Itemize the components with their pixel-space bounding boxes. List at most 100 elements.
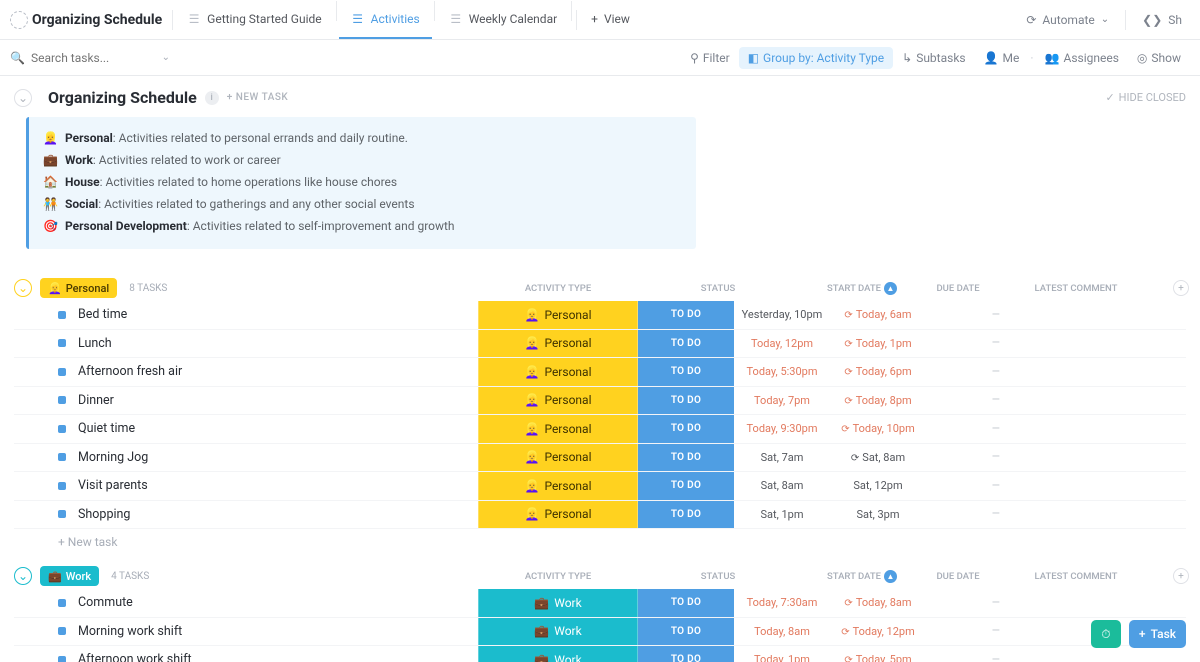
status-dot[interactable] (58, 311, 66, 319)
cell-status[interactable]: TO DO (638, 501, 734, 529)
task-row[interactable]: Bed time👱‍♀️PersonalTO DOYesterday, 10pm… (14, 301, 1186, 330)
status-dot[interactable] (58, 453, 66, 461)
start-date[interactable]: Today, 5:30pm (734, 365, 830, 378)
col-start-date[interactable]: START DATE▲ (814, 570, 910, 583)
task-row[interactable]: Afternoon work shift💼WorkTO DOToday, 1pm… (14, 646, 1186, 662)
hide-closed-button[interactable]: ✓HIDE CLOSED (1105, 91, 1186, 104)
cell-status[interactable]: TO DO (638, 387, 734, 415)
latest-comment-cell[interactable]: – (926, 449, 1066, 465)
col-status[interactable]: STATUS (670, 283, 766, 294)
cell-activity-type[interactable]: 👱‍♀️Personal (478, 444, 638, 472)
start-date[interactable]: Sat, 7am (734, 451, 830, 464)
group-pill-personal[interactable]: 👱‍♀️Personal (40, 278, 117, 298)
cell-activity-type[interactable]: 💼Work (478, 618, 638, 646)
col-due-date[interactable]: DUE DATE (910, 283, 1006, 294)
latest-comment-cell[interactable]: – (926, 364, 1066, 380)
task-name[interactable]: Afternoon work shift (78, 652, 478, 662)
latest-comment-cell[interactable]: – (926, 623, 1066, 639)
cell-status[interactable]: TO DO (638, 472, 734, 500)
collapse-list-button[interactable]: ⌄ (14, 89, 32, 107)
task-name[interactable]: Bed time (78, 307, 478, 322)
task-row[interactable]: Shopping👱‍♀️PersonalTO DOSat, 1pmSat, 3p… (14, 501, 1186, 530)
start-date[interactable]: Today, 9:30pm (734, 422, 830, 435)
status-dot[interactable] (58, 599, 66, 607)
start-date[interactable]: Yesterday, 10pm (734, 308, 830, 321)
nav-view-weekly-calendar[interactable]: ☰Weekly Calendar (437, 1, 569, 39)
add-column-button[interactable]: + (1173, 280, 1189, 296)
due-date[interactable]: ⟳Today, 1pm (830, 337, 926, 350)
group-pill-work[interactable]: 💼Work (40, 566, 99, 586)
start-date[interactable]: Today, 7pm (734, 394, 830, 407)
add-column-button[interactable]: + (1173, 568, 1189, 584)
cell-activity-type[interactable]: 💼Work (478, 589, 638, 617)
search-input[interactable] (31, 51, 141, 65)
due-date[interactable]: ⟳Today, 10pm (830, 422, 926, 435)
cell-status[interactable]: TO DO (638, 444, 734, 472)
start-date[interactable]: Today, 12pm (734, 337, 830, 350)
task-name[interactable]: Morning work shift (78, 624, 478, 639)
due-date[interactable]: ⟳Today, 8pm (830, 394, 926, 407)
task-name[interactable]: Visit parents (78, 478, 478, 493)
col-latest-comment[interactable]: LATEST COMMENT (1006, 283, 1146, 294)
status-dot[interactable] (58, 627, 66, 635)
task-row[interactable]: Afternoon fresh air👱‍♀️PersonalTO DOToda… (14, 358, 1186, 387)
start-date[interactable]: Sat, 1pm (734, 508, 830, 521)
start-date[interactable]: Today, 7:30am (734, 596, 830, 609)
record-button[interactable]: ⏱ (1091, 620, 1121, 648)
group-by-button[interactable]: ◧Group by: Activity Type (739, 47, 893, 69)
start-date[interactable]: Today, 1pm (734, 653, 830, 662)
cell-status[interactable]: TO DO (638, 589, 734, 617)
cell-status[interactable]: TO DO (638, 618, 734, 646)
assignees-button[interactable]: 👥Assignees (1036, 47, 1128, 69)
show-button[interactable]: ◎Show (1128, 47, 1190, 69)
latest-comment-cell[interactable]: – (926, 652, 1066, 662)
task-name[interactable]: Shopping (78, 507, 478, 522)
latest-comment-cell[interactable]: – (926, 307, 1066, 323)
col-status[interactable]: STATUS (670, 571, 766, 582)
due-date[interactable]: Sat, 3pm (830, 508, 926, 521)
collapse-group-button[interactable]: ⌄ (14, 567, 32, 585)
me-button[interactable]: 👤Me (975, 47, 1029, 69)
nav-view-getting-started-guide[interactable]: ☰Getting Started Guide (175, 1, 333, 39)
due-date[interactable]: ⟳Sat, 8am (830, 451, 926, 464)
due-date[interactable]: ⟳Today, 6pm (830, 365, 926, 378)
cell-activity-type[interactable]: 👱‍♀️Personal (478, 387, 638, 415)
cell-activity-type[interactable]: 👱‍♀️Personal (478, 301, 638, 329)
new-task-button[interactable]: + NEW TASK (227, 92, 288, 103)
latest-comment-cell[interactable]: – (926, 595, 1066, 611)
cell-activity-type[interactable]: 👱‍♀️Personal (478, 472, 638, 500)
new-task-row[interactable]: + New task (14, 529, 1186, 555)
cell-activity-type[interactable]: 💼Work (478, 646, 638, 662)
automate-button[interactable]: ⟳ Automate ⌄ (1018, 9, 1117, 31)
status-dot[interactable] (58, 339, 66, 347)
share-button[interactable]: ❮❯ Sh (1134, 9, 1190, 31)
start-date[interactable]: Today, 8am (734, 625, 830, 638)
add-view-button[interactable]: + View (579, 1, 642, 39)
task-row[interactable]: Dinner👱‍♀️PersonalTO DOToday, 7pm⟳Today,… (14, 387, 1186, 416)
due-date[interactable]: ⟳Today, 8am (830, 596, 926, 609)
cell-status[interactable]: TO DO (638, 301, 734, 329)
filter-button[interactable]: ⚲Filter (681, 47, 739, 69)
task-name[interactable]: Lunch (78, 336, 478, 351)
task-row[interactable]: Morning work shift💼WorkTO DOToday, 8am⟳T… (14, 618, 1186, 647)
task-row[interactable]: Visit parents👱‍♀️PersonalTO DOSat, 8amSa… (14, 472, 1186, 501)
cell-status[interactable]: TO DO (638, 415, 734, 443)
latest-comment-cell[interactable]: – (926, 478, 1066, 494)
col-latest-comment[interactable]: LATEST COMMENT (1006, 571, 1146, 582)
latest-comment-cell[interactable]: – (926, 421, 1066, 437)
nav-view-activities[interactable]: ☰Activities (339, 1, 432, 39)
status-dot[interactable] (58, 396, 66, 404)
task-row[interactable]: Lunch👱‍♀️PersonalTO DOToday, 12pm⟳Today,… (14, 330, 1186, 359)
cell-activity-type[interactable]: 👱‍♀️Personal (478, 330, 638, 358)
cell-status[interactable]: TO DO (638, 646, 734, 662)
status-dot[interactable] (58, 425, 66, 433)
cell-status[interactable]: TO DO (638, 358, 734, 386)
info-icon[interactable]: i (205, 91, 219, 105)
task-name[interactable]: Morning Jog (78, 450, 478, 465)
cell-activity-type[interactable]: 👱‍♀️Personal (478, 415, 638, 443)
task-row[interactable]: Morning Jog👱‍♀️PersonalTO DOSat, 7am⟳Sat… (14, 444, 1186, 473)
task-name[interactable]: Afternoon fresh air (78, 364, 478, 379)
latest-comment-cell[interactable]: – (926, 392, 1066, 408)
task-row[interactable]: Commute💼WorkTO DOToday, 7:30am⟳Today, 8a… (14, 589, 1186, 618)
new-task-fab[interactable]: +Task (1129, 620, 1186, 648)
